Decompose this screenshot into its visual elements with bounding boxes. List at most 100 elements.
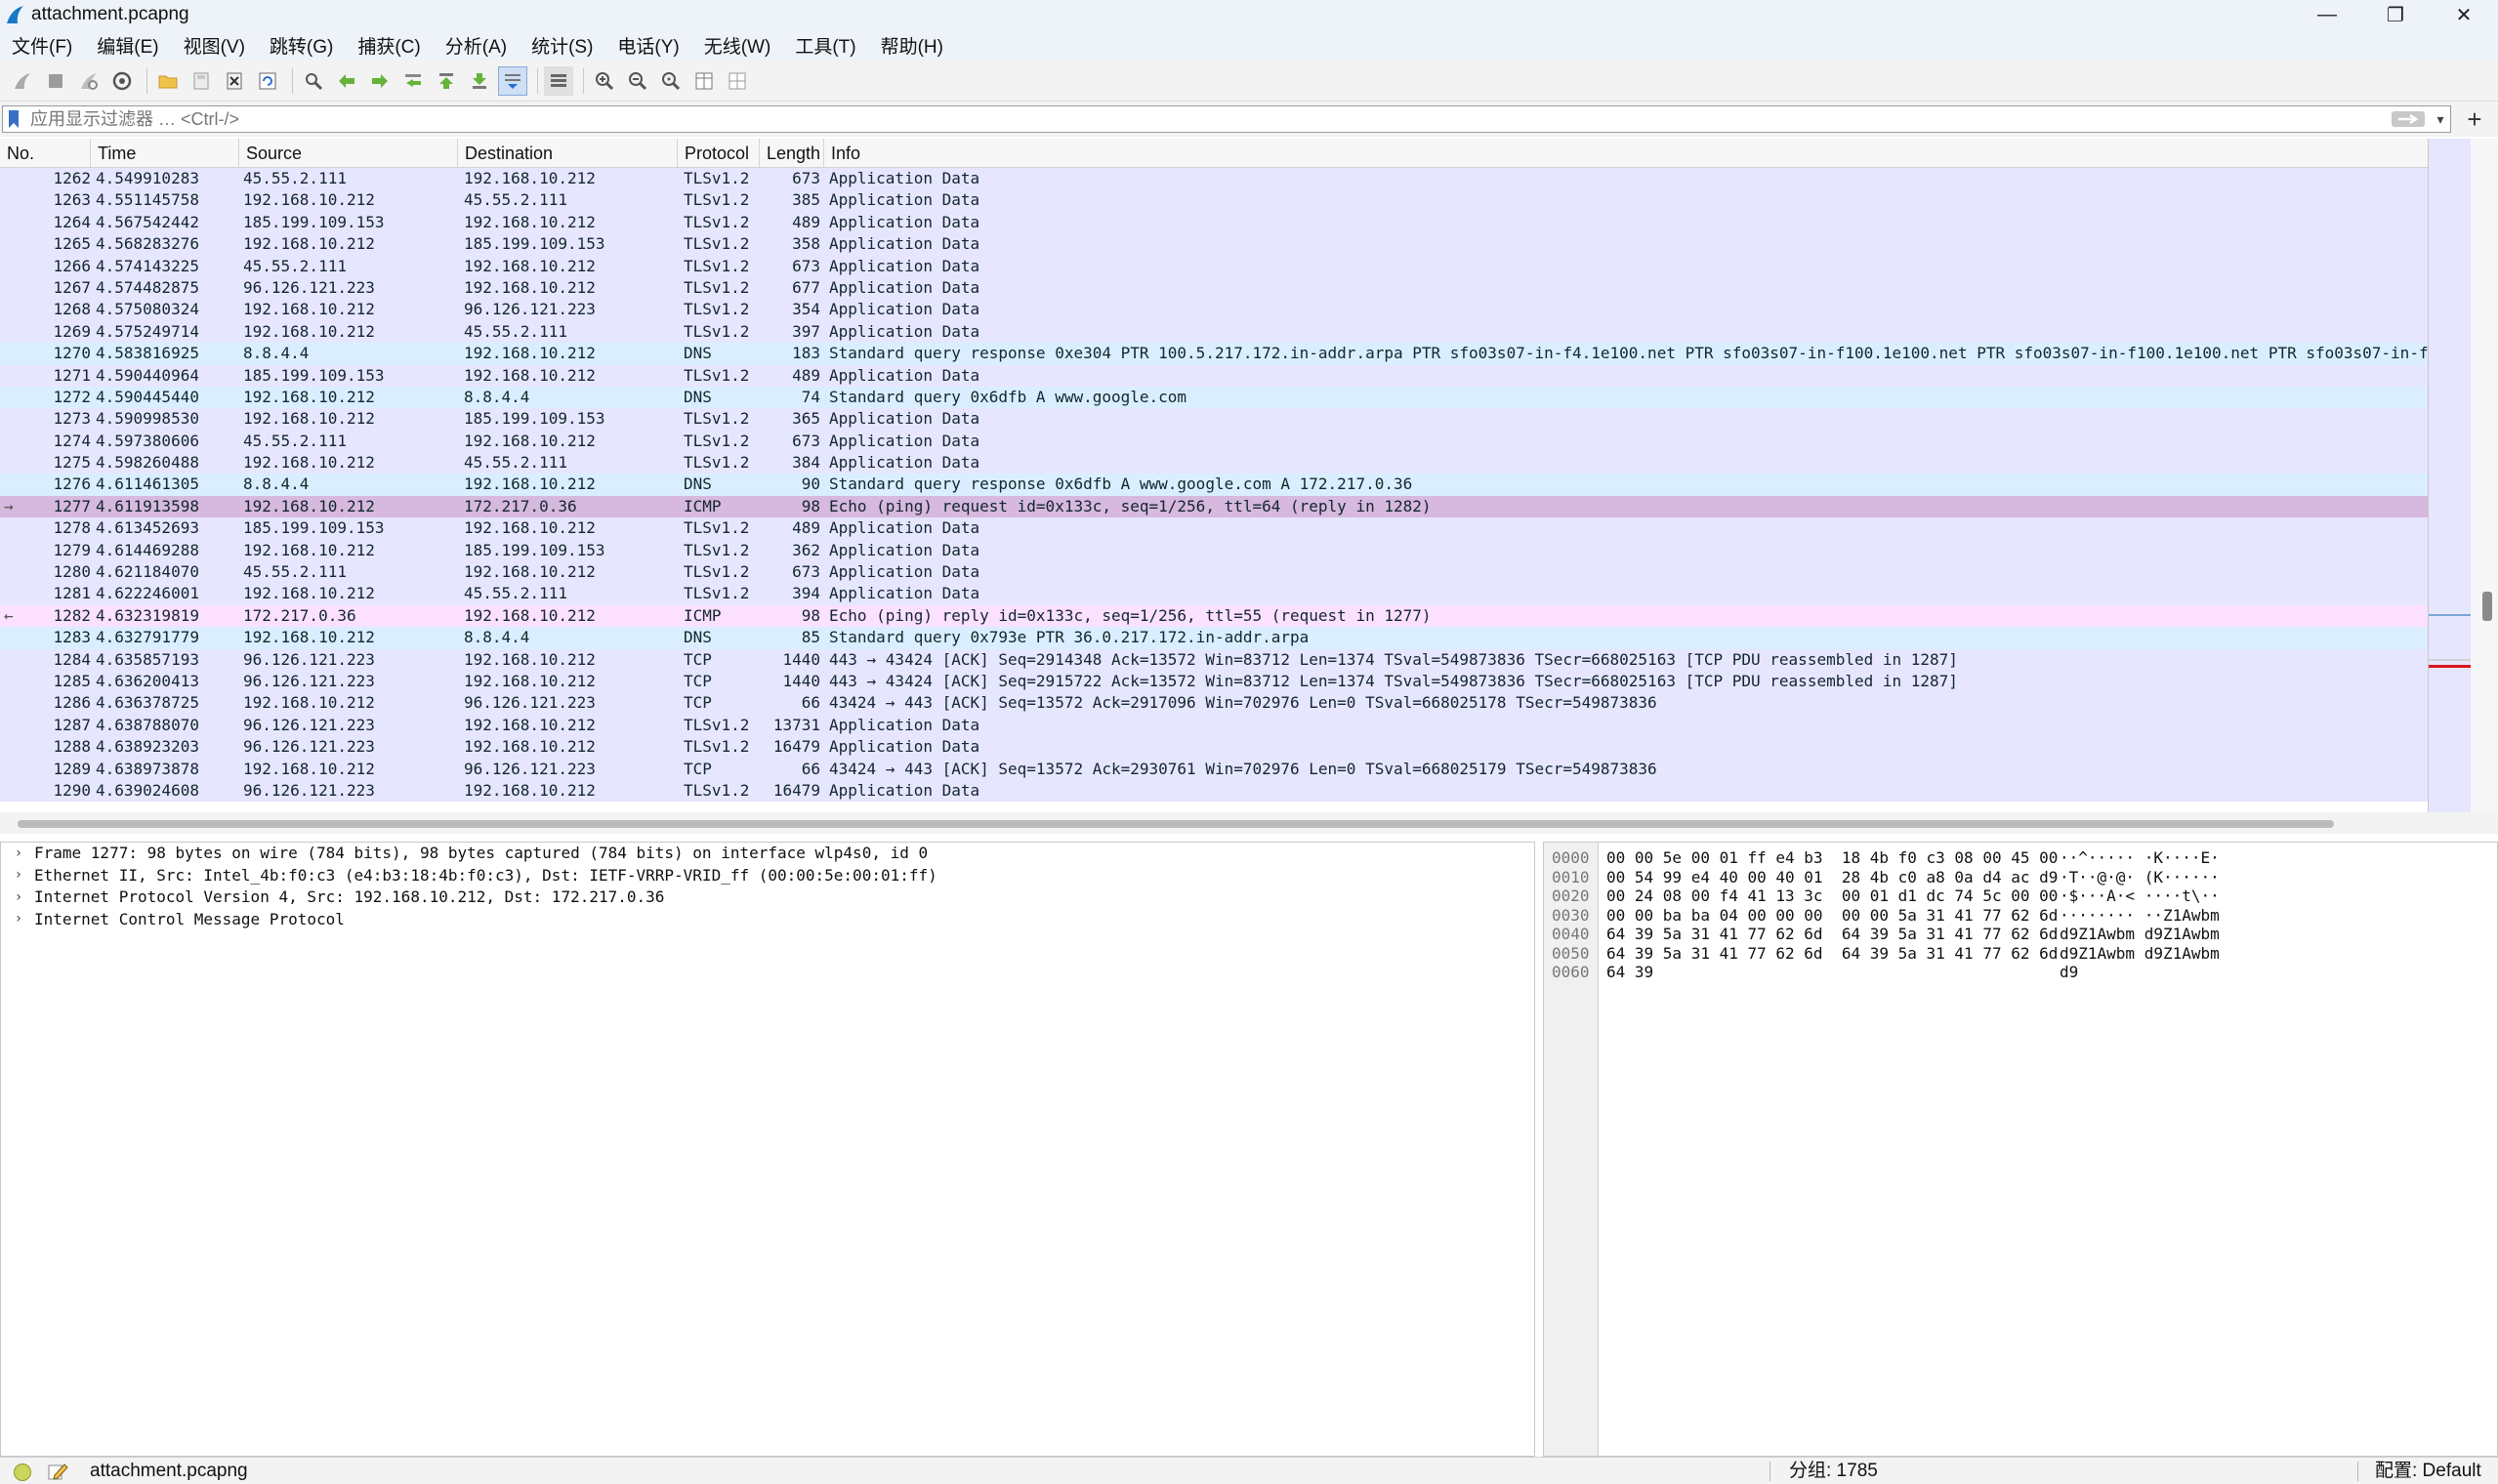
restart-icon[interactable]: [74, 66, 104, 96]
zoom-normal-icon[interactable]: [656, 66, 686, 96]
menu-wireless[interactable]: 无线(W): [696, 32, 779, 59]
hex-bytes[interactable]: 00 24 08 00 f4 41 13 3c 00 01 d1 dc 74 5…: [1606, 886, 2058, 906]
go-to-packet-icon[interactable]: [398, 66, 428, 96]
close-file-icon[interactable]: [220, 66, 249, 96]
chevron-right-icon[interactable]: ›: [11, 843, 26, 864]
go-back-icon[interactable]: [332, 66, 361, 96]
packet-row[interactable]: 1288 4.638923203 96.126.121.223 192.168.10.…: [0, 736, 2428, 759]
packet-row[interactable]: 1263 4.551145758 192.168.10.212 45.55.2.111…: [0, 189, 2428, 212]
column-header-time[interactable]: Time: [91, 139, 239, 168]
hex-ascii[interactable]: ··^····· ·K····E·: [2060, 848, 2220, 868]
column-header-protocol[interactable]: Protocol: [678, 139, 760, 168]
column-header-length[interactable]: Length: [760, 139, 824, 168]
packet-row[interactable]: 1275 4.598260488 192.168.10.212 45.55.2.111…: [0, 452, 2428, 474]
hex-ascii[interactable]: ·T··@·@· (K······: [2060, 868, 2220, 887]
packet-row[interactable]: 1268 4.575080324 192.168.10.212 96.126.121.…: [0, 299, 2428, 321]
packet-list-minimap[interactable]: [2428, 139, 2472, 812]
column-header-info[interactable]: Info: [824, 139, 2428, 168]
chevron-right-icon[interactable]: ›: [11, 886, 26, 908]
hex-bytes[interactable]: 64 39 5a 31 41 77 62 6d 64 39 5a 31 41 7…: [1606, 944, 2058, 964]
menu-analyze[interactable]: 分析(A): [437, 32, 515, 59]
hex-ascii[interactable]: ········ ··Z1Awbm: [2060, 906, 2220, 926]
display-filter-input[interactable]: [24, 107, 2390, 131]
apply-filter-arrow-icon[interactable]: [2390, 108, 2427, 130]
hex-bytes[interactable]: 00 00 5e 00 01 ff e4 b3 18 4b f0 c3 08 0…: [1606, 848, 2058, 868]
packet-row[interactable]: 1262 4.549910283 45.55.2.111 192.168.10.212…: [0, 168, 2428, 190]
packet-row[interactable]: 1283 4.632791779 192.168.10.212 8.8.4.4 DNS 8…: [0, 627, 2428, 649]
menu-telephony[interactable]: 电话(Y): [609, 32, 687, 59]
packet-row[interactable]: 1273 4.590998530 192.168.10.212 185.199.109…: [0, 408, 2428, 431]
zoom-out-icon[interactable]: [623, 66, 652, 96]
go-forward-icon[interactable]: [365, 66, 395, 96]
layout-icon[interactable]: [723, 66, 752, 96]
packet-row[interactable]: 1276 4.611461305 8.8.4.4 192.168.10.212 DNS 9…: [0, 474, 2428, 496]
hex-bytes[interactable]: 64 39 5a 31 41 77 62 6d 64 39 5a 31 41 7…: [1606, 925, 2058, 944]
capture-options-icon[interactable]: [107, 66, 137, 96]
expert-info-status-icon[interactable]: [14, 1463, 31, 1481]
packet-list-horizontal-scrollbar[interactable]: [0, 812, 2498, 834]
packet-row[interactable]: 1281 4.622246001 192.168.10.212 45.55.2.111…: [0, 583, 2428, 605]
detail-row-frame[interactable]: › Frame 1277: 98 bytes on wire (784 bits…: [1, 843, 1534, 865]
menu-file[interactable]: 文件(F): [4, 32, 80, 59]
packet-row[interactable]: 1287 4.638788070 96.126.121.223 192.168.10.…: [0, 714, 2428, 737]
hex-offset[interactable]: 0000: [1552, 848, 1590, 868]
hex-ascii[interactable]: ·$···A·< ····t\··: [2060, 886, 2220, 906]
packet-row[interactable]: 1266 4.574143225 45.55.2.111 192.168.10.212…: [0, 255, 2428, 277]
filter-history-chevron-down-icon[interactable]: ▾: [2431, 108, 2450, 130]
packet-row[interactable]: 1274 4.597380606 45.55.2.111 192.168.10.212…: [0, 430, 2428, 453]
menu-tools[interactable]: 工具(T): [787, 32, 863, 59]
packet-row[interactable]: 1272 4.590445440 192.168.10.212 8.8.4.4 DNS 7…: [0, 386, 2428, 409]
packet-row[interactable]: 1280 4.621184070 45.55.2.111 192.168.10.212…: [0, 561, 2428, 584]
hex-offset[interactable]: 0030: [1552, 906, 1590, 926]
menu-statistics[interactable]: 统计(S): [523, 32, 601, 59]
add-filter-button[interactable]: +: [2461, 104, 2488, 134]
menu-go[interactable]: 跳转(G): [262, 32, 341, 59]
minimize-button[interactable]: —: [2293, 0, 2361, 29]
packet-row[interactable]: 1285 4.636200413 96.126.121.223 192.168.10.…: [0, 670, 2428, 693]
autoscroll-icon[interactable]: [498, 65, 527, 96]
menu-view[interactable]: 视图(V): [176, 32, 253, 59]
detail-row-icmp[interactable]: › Internet Control Message Protocol: [1, 909, 1534, 931]
close-button[interactable]: ✕: [2430, 0, 2498, 29]
detail-row-ethernet[interactable]: › Ethernet II, Src: Intel_4b:f0:c3 (e4:b…: [1, 865, 1534, 887]
packet-row[interactable]: 1279 4.614469288 192.168.10.212 185.199.109…: [0, 539, 2428, 562]
status-profile[interactable]: 配置: Default: [2375, 1458, 2481, 1484]
hex-offset[interactable]: 0020: [1552, 886, 1590, 906]
menu-edit[interactable]: 编辑(E): [89, 32, 166, 59]
shark-fin-start-icon[interactable]: [8, 66, 37, 96]
stop-icon[interactable]: [41, 66, 70, 96]
packet-row[interactable]: 1264 4.567542442 185.199.109.153 192.168.10…: [0, 211, 2428, 234]
reload-icon[interactable]: [253, 66, 282, 96]
maximize-button[interactable]: ❐: [2361, 0, 2430, 29]
resize-columns-icon[interactable]: [689, 66, 719, 96]
hex-bytes[interactable]: 64 39: [1606, 963, 1653, 982]
hex-ascii[interactable]: d9Z1Awbm d9Z1Awbm: [2060, 944, 2220, 964]
hex-offset[interactable]: 0050: [1552, 944, 1590, 964]
packet-row[interactable]: 1290 4.639024608 96.126.121.223 192.168.10.…: [0, 779, 2428, 803]
column-header-source[interactable]: Source: [239, 139, 458, 168]
menu-help[interactable]: 帮助(H): [873, 32, 951, 59]
save-file-icon[interactable]: [187, 66, 216, 96]
packet-row[interactable]: 1270 4.583816925 8.8.4.4 192.168.10.212 DNS 1…: [0, 343, 2428, 365]
hex-offset[interactable]: 0010: [1552, 868, 1590, 887]
colorize-icon[interactable]: [544, 65, 573, 96]
column-header-destination[interactable]: Destination: [458, 139, 678, 168]
chevron-right-icon[interactable]: ›: [11, 865, 26, 886]
filter-bookmark-icon[interactable]: [3, 106, 24, 132]
packet-row[interactable]: 1265 4.568283276 192.168.10.212 185.199.109…: [0, 233, 2428, 256]
first-packet-icon[interactable]: [432, 66, 461, 96]
horizontal-scrollbar-thumb[interactable]: [18, 820, 2334, 828]
vertical-scrollbar-thumb[interactable]: [2482, 592, 2492, 621]
packet-row[interactable]: 1269 4.575249714 192.168.10.212 45.55.2.111…: [0, 320, 2428, 344]
zoom-in-icon[interactable]: [590, 66, 619, 96]
hex-offset[interactable]: 0040: [1552, 925, 1590, 944]
packet-row[interactable]: 1284 4.635857193 96.126.121.223 192.168.10.…: [0, 648, 2428, 671]
packet-row[interactable]: → 1277 4.611913598 192.168.10.212 172.217.0.…: [0, 495, 2428, 518]
packet-row[interactable]: 1278 4.613452693 185.199.109.153 192.168.10…: [0, 517, 2428, 540]
packet-row[interactable]: 1289 4.638973878 192.168.10.212 96.126.121.…: [0, 758, 2428, 780]
packet-row[interactable]: ← 1282 4.632319819 172.217.0.36 192.168.10.2…: [0, 604, 2428, 628]
packet-row[interactable]: 1271 4.590440964 185.199.109.153 192.168.10…: [0, 364, 2428, 387]
packet-list-vertical-scrollbar[interactable]: [2471, 139, 2498, 812]
capture-comment-pencil-icon[interactable]: [47, 1462, 68, 1481]
hex-offset[interactable]: 0060: [1552, 963, 1590, 982]
